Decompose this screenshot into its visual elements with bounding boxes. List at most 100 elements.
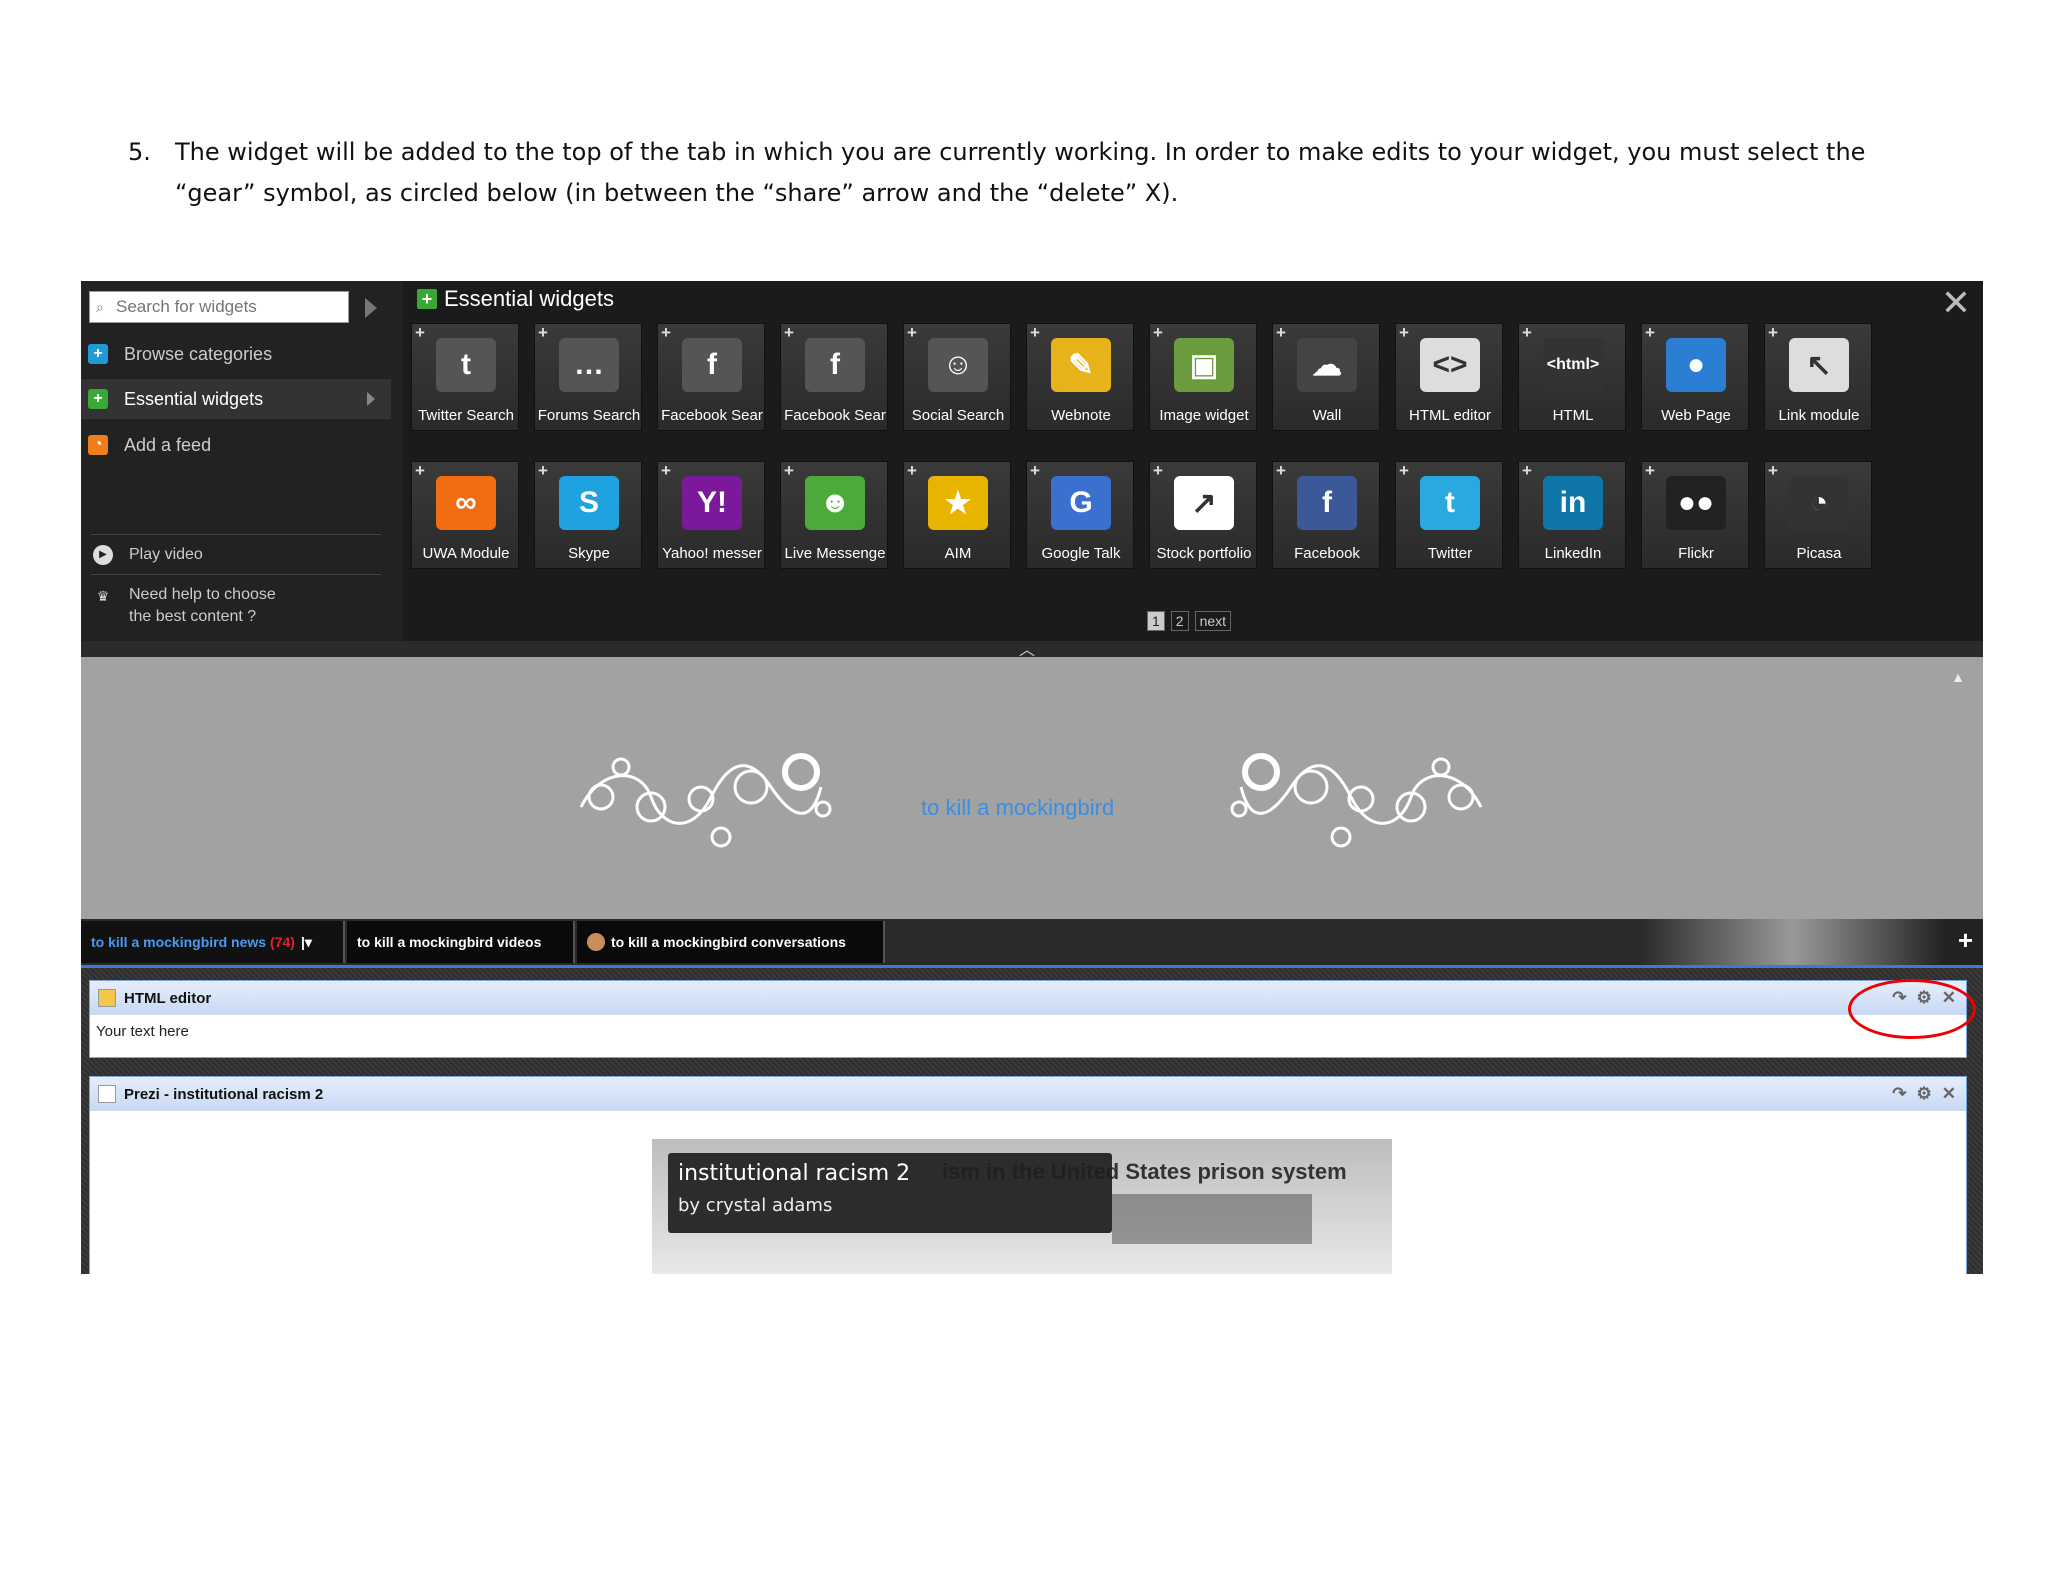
close-icon[interactable]: ✕	[1941, 285, 1971, 321]
plus-icon[interactable]: +	[415, 461, 425, 481]
google-talk-icon: G	[1051, 476, 1111, 530]
highlight-circle	[1848, 979, 1976, 1039]
plus-icon[interactable]: +	[1768, 461, 1778, 481]
widget-tile[interactable]: + … Forums Search	[534, 323, 642, 431]
sidebar-item-label: Add a feed	[124, 434, 212, 455]
html-editor-widget: HTML editor ↷ ⚙ ✕ Your text here	[89, 980, 1967, 1058]
gear-icon[interactable]: ⚙	[1917, 1084, 1932, 1104]
widget-search-box[interactable]: ⌕	[89, 291, 349, 323]
widget-tile-label: Live Messenge	[784, 545, 886, 562]
skype-icon: S	[559, 476, 619, 530]
widget-tile[interactable]: + t Twitter	[1395, 461, 1503, 569]
widget-tile[interactable]: + ↗ Stock portfolio	[1149, 461, 1257, 569]
plus-icon[interactable]: +	[415, 323, 425, 343]
twitter-search-icon: t	[436, 338, 496, 392]
widget-tile[interactable]: + S Skype	[534, 461, 642, 569]
plus-icon[interactable]: +	[1030, 461, 1040, 481]
plus-icon[interactable]: +	[907, 323, 917, 343]
plus-icon[interactable]: +	[907, 461, 917, 481]
live-messenger-icon: ☻	[805, 476, 865, 530]
plus-icon[interactable]: +	[1399, 323, 1409, 343]
webnote-icon: ✎	[1051, 338, 1111, 392]
widget-tile[interactable]: + ☻ Live Messenge	[780, 461, 888, 569]
plus-icon[interactable]: +	[1522, 461, 1532, 481]
divider	[91, 574, 381, 575]
plus-icon[interactable]: +	[784, 323, 794, 343]
plus-icon[interactable]: +	[784, 461, 794, 481]
web-page-icon: ●	[1666, 338, 1726, 392]
tab-videos[interactable]: to kill a mockingbird videos	[347, 921, 575, 963]
plus-icon[interactable]: +	[1276, 461, 1286, 481]
widget-tile[interactable]: + ∞ UWA Module	[411, 461, 519, 569]
widget-tile[interactable]: + ★ AIM	[903, 461, 1011, 569]
page-1-link[interactable]: 1	[1147, 611, 1165, 631]
widget-tile[interactable]: + ✎ Webnote	[1026, 323, 1134, 431]
widget-tile[interactable]: + G Google Talk	[1026, 461, 1134, 569]
widget-tile-label: Stock portfolio	[1156, 545, 1252, 562]
widget-tile[interactable]: + f Facebook Sear	[657, 323, 765, 431]
widget-search-input[interactable]	[114, 296, 338, 318]
plus-icon[interactable]: +	[1645, 461, 1655, 481]
widget-tile[interactable]: + f Facebook	[1272, 461, 1380, 569]
widget-tile-label: Facebook	[1294, 545, 1360, 562]
widget-tile-label: Link module	[1778, 407, 1860, 424]
next-page-link[interactable]: next	[1194, 611, 1232, 631]
widget-tile[interactable]: + in LinkedIn	[1518, 461, 1626, 569]
plus-icon[interactable]: +	[1522, 323, 1532, 343]
swirl-ornament-left	[579, 753, 832, 848]
plus-icon[interactable]: +	[661, 461, 671, 481]
link-module-icon: ↖	[1789, 338, 1849, 392]
add-tab-icon[interactable]: +	[1958, 925, 1973, 956]
widget-tile[interactable]: + Y! Yahoo! messer	[657, 461, 765, 569]
tab-news[interactable]: to kill a mockingbird news (74) |▾	[81, 921, 345, 963]
collapse-banner-icon[interactable]: ▲	[1951, 669, 1965, 685]
prezi-presentation[interactable]: ism in the United States prison system i…	[652, 1139, 1392, 1274]
widget-tile[interactable]: + ●● Flickr	[1641, 461, 1749, 569]
widget-tile-label: UWA Module	[422, 545, 510, 562]
plus-icon[interactable]: +	[538, 461, 548, 481]
widget-body[interactable]: Your text here	[90, 1015, 1966, 1048]
search-arrow-icon[interactable]	[365, 298, 377, 318]
play-video-link[interactable]: ▶ Play video	[93, 544, 203, 566]
page-2-link[interactable]: 2	[1170, 611, 1189, 631]
widget-tile[interactable]: + <> HTML editor	[1395, 323, 1503, 431]
widget-tile[interactable]: + <html> HTML	[1518, 323, 1626, 431]
aim-icon: ★	[928, 476, 988, 530]
play-video-label: Play video	[129, 546, 203, 563]
search-icon: ⌕	[96, 299, 104, 315]
plus-icon[interactable]: +	[1153, 461, 1163, 481]
tab-conversations[interactable]: to kill a mockingbird conversations	[577, 921, 885, 963]
sidebar-item-add-feed[interactable]: ◔ Add a feed	[81, 425, 391, 465]
plus-icon[interactable]: +	[1030, 323, 1040, 343]
widget-tile[interactable]: + ● Web Page	[1641, 323, 1749, 431]
sidebar-item-essential-widgets[interactable]: + Essential widgets	[81, 379, 391, 419]
tab-label: to kill a mockingbird videos	[357, 934, 542, 950]
widget-tile-label: Forums Search	[537, 407, 641, 424]
plus-icon[interactable]: +	[1645, 323, 1655, 343]
share-icon[interactable]: ↷	[1892, 1084, 1906, 1104]
help-choose-link[interactable]: ♛ Need help to choose the best content ?	[93, 584, 276, 628]
widget-tile[interactable]: + t Twitter Search	[411, 323, 519, 431]
plus-icon[interactable]: +	[1276, 323, 1286, 343]
chevron-down-icon[interactable]: |▾	[301, 934, 312, 951]
delete-icon[interactable]: ✕	[1942, 1084, 1956, 1104]
widget-tile[interactable]: + ↖ Link module	[1764, 323, 1872, 431]
widget-tile[interactable]: + ☁ Wall	[1272, 323, 1380, 431]
rss-icon: ◔	[88, 435, 108, 455]
instruction-text: The widget will be added to the top of t…	[175, 138, 1866, 207]
plus-icon[interactable]: +	[661, 323, 671, 343]
divider	[91, 534, 381, 535]
plus-icon[interactable]: +	[1153, 323, 1163, 343]
help-line-1: Need help to choose	[129, 586, 276, 603]
widget-tile[interactable]: + ☺ Social Search	[903, 323, 1011, 431]
widget-tile[interactable]: + f Facebook Sear	[780, 323, 888, 431]
plus-icon[interactable]: +	[1768, 323, 1778, 343]
plus-icon[interactable]: +	[1399, 461, 1409, 481]
page-banner: ▲ to kill a mockingbird	[81, 657, 1983, 919]
widget-tile-label: Social Search	[911, 407, 1005, 424]
plus-icon[interactable]: +	[538, 323, 548, 343]
stock-portfolio-icon: ↗	[1174, 476, 1234, 530]
widget-tile[interactable]: + ◔ Picasa	[1764, 461, 1872, 569]
widget-tile[interactable]: + ▣ Image widget	[1149, 323, 1257, 431]
sidebar-item-browse-categories[interactable]: + Browse categories	[81, 334, 391, 374]
